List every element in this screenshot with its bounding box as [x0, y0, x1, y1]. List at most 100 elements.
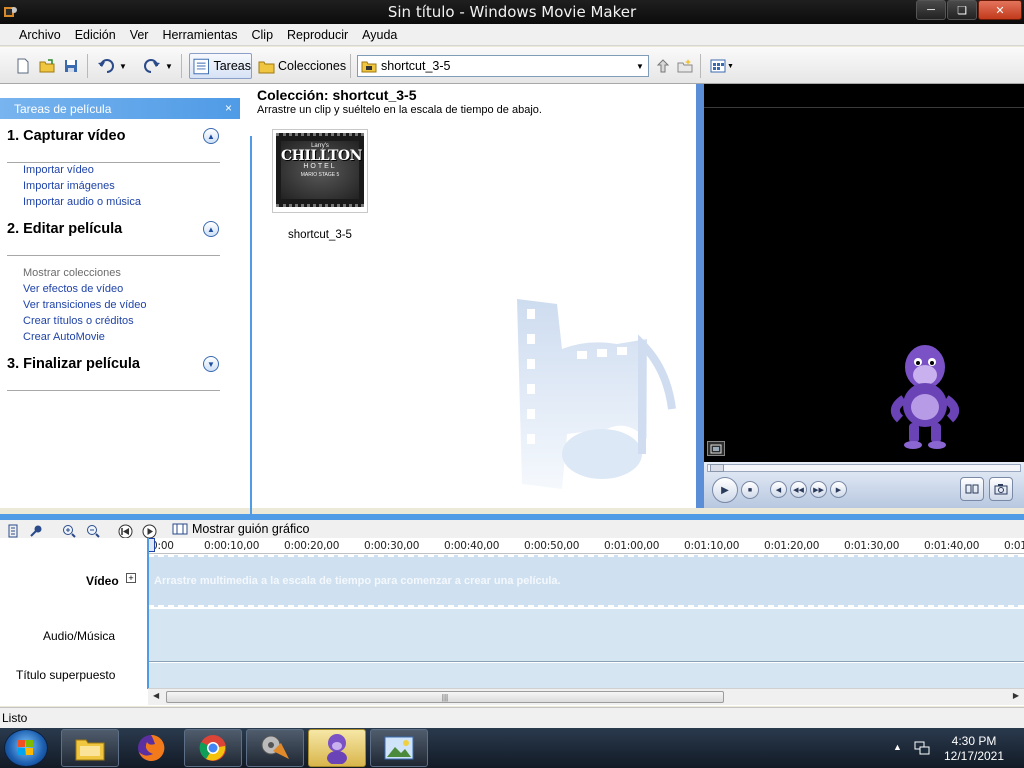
play-button[interactable]: ▶	[712, 477, 738, 503]
views-icon	[710, 59, 726, 73]
menu-ver[interactable]: Ver	[123, 28, 156, 42]
open-project-icon	[39, 59, 55, 73]
taskbar-movie-maker[interactable]	[246, 729, 304, 767]
stop-button[interactable]: ■	[741, 481, 759, 499]
link-import-video[interactable]: Importar vídeo	[23, 164, 94, 176]
movie-maker-watermark-icon	[517, 299, 676, 489]
save-project-button[interactable]	[61, 56, 81, 76]
next-icon: ▶	[835, 486, 842, 494]
up-folder-button[interactable]	[653, 56, 673, 76]
collapse-edit-icon[interactable]: ▲	[203, 221, 219, 237]
audio-track[interactable]	[148, 609, 1024, 662]
rewind-icon	[118, 524, 132, 538]
up-folder-icon	[656, 59, 670, 73]
collection-combo[interactable]: shortcut_3-5 ▼	[357, 55, 649, 77]
video-track-hint: Arrastre multimedia a la escala de tiemp…	[154, 575, 561, 587]
show-storyboard-button[interactable]: Mostrar guión gráfico	[172, 522, 309, 536]
tasks-icon	[193, 58, 209, 74]
taskbar-bonzi[interactable]	[308, 729, 366, 767]
previous-frame-button[interactable]: ◀	[770, 481, 787, 498]
seek-handle[interactable]	[710, 464, 724, 472]
scrollbar-thumb[interactable]: |||	[166, 691, 724, 703]
taskbar: ▲ 4:30 PM 12/17/2021	[0, 728, 1024, 768]
menu-herramientas[interactable]: Herramientas	[155, 28, 244, 42]
timeline-ruler[interactable]: 0:00 0:00:10,00 0:00:20,00 0:00:30,00 0:…	[148, 538, 1024, 554]
section-capture-title[interactable]: 1. Capturar vídeo	[7, 128, 125, 144]
close-button[interactable]: ✕	[978, 0, 1022, 20]
tasks-pane-header: Tareas de película ×	[0, 98, 240, 119]
link-video-effects[interactable]: Ver efectos de vídeo	[23, 283, 123, 295]
fullscreen-icon[interactable]	[707, 441, 725, 456]
storyboard-icon	[172, 523, 188, 535]
narrate-timeline-button[interactable]	[28, 523, 44, 539]
tick-label: 0:01:40,00	[924, 540, 980, 552]
tray-expand-icon[interactable]: ▲	[893, 742, 902, 752]
new-folder-button[interactable]	[675, 56, 695, 76]
take-picture-button[interactable]	[989, 477, 1013, 501]
clip-thumbnail[interactable]: Larry's CHILLTON HOTEL MARIO STAGE 5	[272, 129, 368, 213]
section-edit-title[interactable]: 2. Editar película	[7, 221, 122, 237]
start-button[interactable]	[4, 729, 48, 767]
taskbar-firefox[interactable]	[122, 729, 180, 767]
link-import-audio[interactable]: Importar audio o música	[23, 196, 141, 208]
undo-dropdown[interactable]: ▼	[118, 56, 128, 76]
video-track[interactable]: Arrastre multimedia a la escala de tiemp…	[148, 555, 1024, 607]
link-titles-credits[interactable]: Crear títulos o créditos	[23, 315, 134, 327]
preview-controls: ▶ ■ ◀ ◀◀ ▶▶ ▶	[704, 462, 1024, 508]
zoom-in-icon	[63, 525, 76, 538]
forward-frame-button[interactable]: ▶▶	[810, 481, 827, 498]
minimize-button[interactable]: ─	[916, 0, 946, 20]
menu-archivo[interactable]: Archivo	[12, 28, 68, 42]
menu-ayuda[interactable]: Ayuda	[355, 28, 404, 42]
scroll-right-icon[interactable]: ▶	[1013, 691, 1019, 700]
next-frame-button[interactable]: ▶	[830, 481, 847, 498]
zoom-out-button[interactable]	[85, 523, 101, 539]
bonzi-character-icon	[890, 345, 960, 449]
tick-label: 0:01:10,00	[684, 540, 740, 552]
redo-dropdown[interactable]: ▼	[164, 56, 174, 76]
expand-finish-icon[interactable]: ▼	[203, 356, 219, 372]
restore-button[interactable]: ❏	[947, 0, 977, 20]
scroll-left-icon[interactable]: ◀	[153, 691, 159, 700]
system-clock[interactable]: 4:30 PM 12/17/2021	[938, 734, 1010, 764]
taskbar-photo-viewer[interactable]	[370, 729, 428, 767]
set-audio-levels-button[interactable]	[5, 523, 21, 539]
collapse-capture-icon[interactable]: ▲	[203, 128, 219, 144]
open-project-button[interactable]	[37, 56, 57, 76]
network-icon	[914, 741, 930, 755]
tick-label: 0:00:20,00	[284, 540, 340, 552]
playhead[interactable]	[148, 538, 155, 552]
expand-video-track-icon[interactable]: +	[126, 573, 136, 583]
new-project-button[interactable]	[13, 56, 33, 76]
clock-date: 12/17/2021	[943, 749, 1005, 763]
play-timeline-button[interactable]	[141, 523, 157, 539]
back-frame-button[interactable]: ◀◀	[790, 481, 807, 498]
title-overlay-track[interactable]	[148, 663, 1024, 689]
zoom-in-button[interactable]	[61, 523, 77, 539]
collections-button[interactable]: Colecciones	[258, 53, 346, 79]
chevron-down-icon[interactable]: ▼	[632, 56, 648, 76]
link-video-transitions[interactable]: Ver transiciones de vídeo	[23, 299, 147, 311]
chevron-down-icon: ▼	[727, 62, 734, 70]
taskbar-explorer[interactable]	[61, 729, 119, 767]
tasks-button[interactable]: Tareas	[189, 53, 252, 79]
minimize-icon: ─	[927, 4, 935, 16]
menu-clip[interactable]: Clip	[244, 28, 280, 42]
link-automovie[interactable]: Crear AutoMovie	[23, 331, 105, 343]
network-tray[interactable]	[914, 740, 930, 759]
menu-reproducir[interactable]: Reproducir	[280, 28, 355, 42]
timeline-scrollbar[interactable]: ◀ ||| ▶	[148, 688, 1024, 705]
taskbar-chrome[interactable]	[184, 729, 242, 767]
bonzi-icon	[327, 734, 347, 764]
link-import-images[interactable]: Importar imágenes	[23, 180, 115, 192]
views-button[interactable]: ▼	[708, 56, 736, 76]
section-finish-title[interactable]: 3. Finalizar película	[7, 356, 140, 372]
rewind-timeline-button[interactable]	[117, 523, 133, 539]
menu-edicion[interactable]: Edición	[68, 28, 123, 42]
undo-button[interactable]	[96, 56, 116, 76]
redo-button[interactable]	[142, 56, 162, 76]
close-tasks-icon[interactable]: ×	[225, 101, 232, 115]
seek-bar[interactable]	[707, 464, 1021, 472]
forward-icon: ▶▶	[813, 486, 824, 494]
split-clip-button[interactable]	[960, 477, 984, 501]
